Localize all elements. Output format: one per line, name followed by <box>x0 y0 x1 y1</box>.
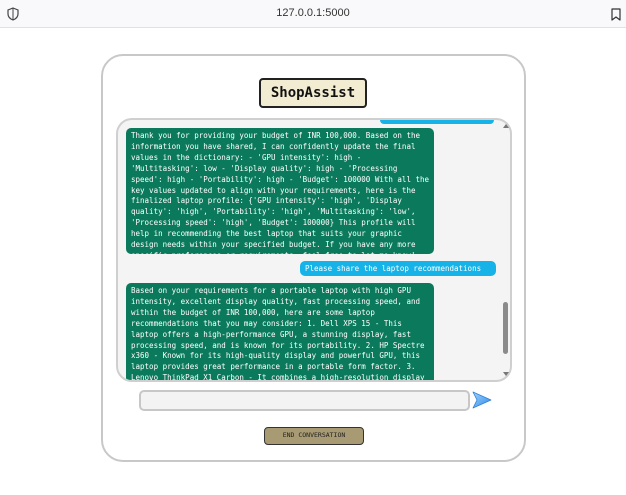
chat-scrollbar[interactable] <box>502 122 510 378</box>
scroll-up-arrow-icon[interactable] <box>502 122 510 130</box>
previous-user-message-edge <box>380 120 494 124</box>
bookmark-icon[interactable] <box>611 8 621 21</box>
end-conversation-button[interactable]: END CONVERSATION <box>264 427 364 445</box>
scroll-down-arrow-icon[interactable] <box>502 370 510 378</box>
assistant-message: Based on your requirements for a portabl… <box>126 283 434 380</box>
chat-panel: Thank you for providing your budget of I… <box>116 118 512 382</box>
send-icon[interactable] <box>471 389 493 411</box>
assistant-message: Thank you for providing your budget of I… <box>126 128 434 254</box>
chat-scroll-area[interactable]: Thank you for providing your budget of I… <box>118 120 502 380</box>
address-bar-url[interactable]: 127.0.0.1:5000 <box>0 7 626 19</box>
page-title: ShopAssist <box>259 78 367 108</box>
message-input[interactable] <box>139 390 470 411</box>
user-message: Please share the laptop recommendations <box>300 261 496 276</box>
browser-toolbar: 127.0.0.1:5000 <box>0 0 626 28</box>
scroll-thumb[interactable] <box>503 302 508 354</box>
